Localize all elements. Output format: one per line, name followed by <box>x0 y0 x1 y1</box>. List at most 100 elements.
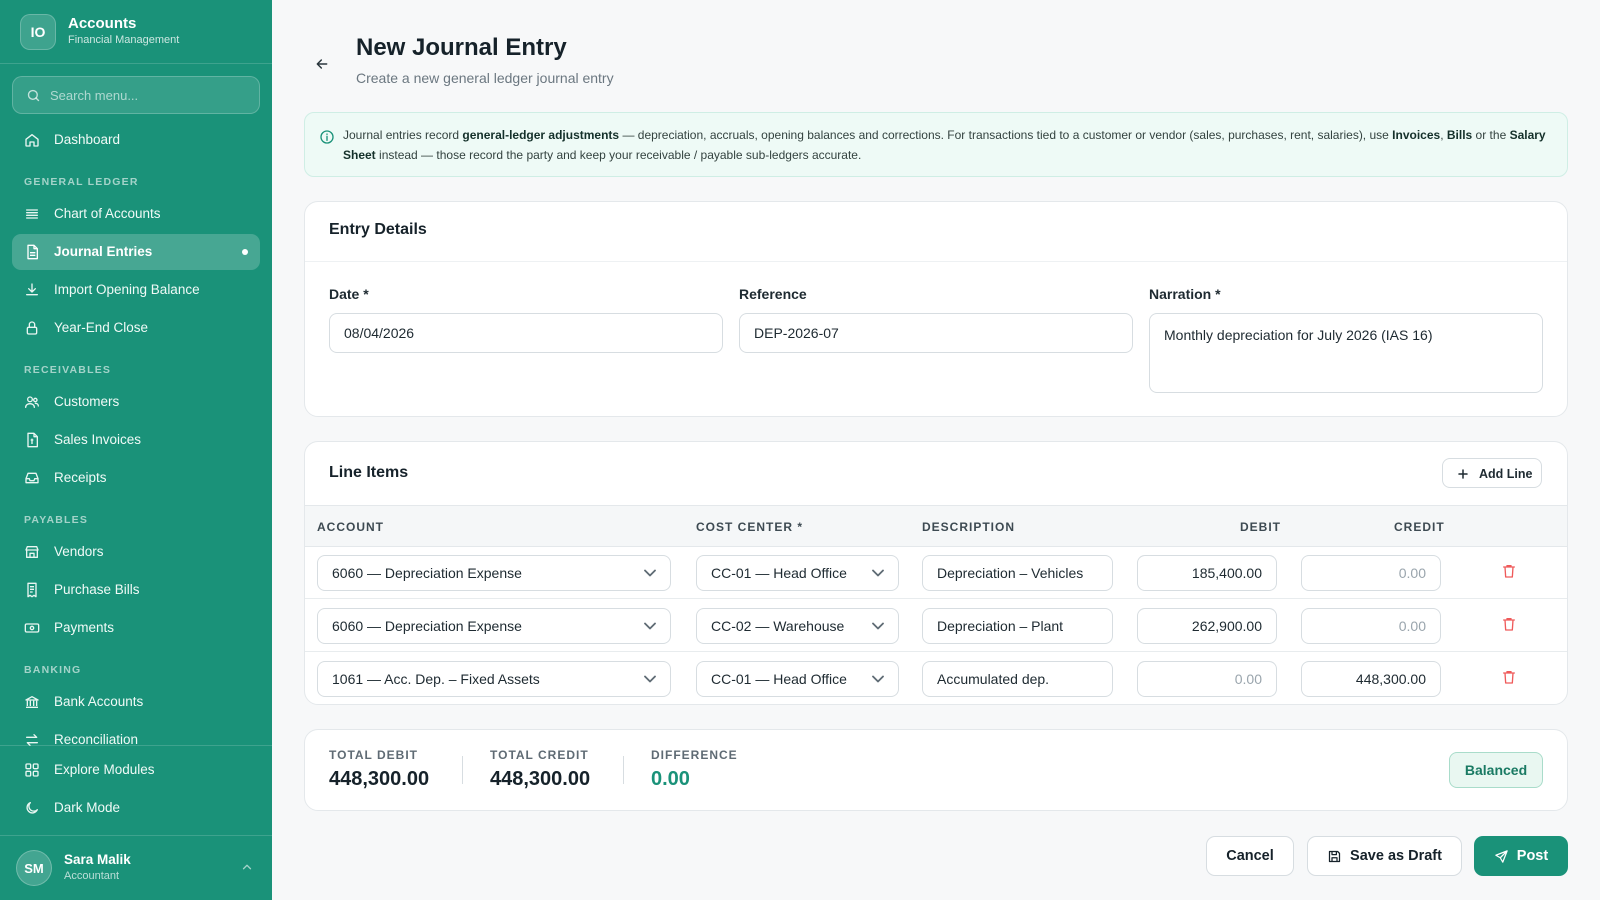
sidebar-item-sales-invoices[interactable]: Sales Invoices <box>12 422 260 458</box>
info-banner: Journal entries record general-ledger ad… <box>304 112 1568 177</box>
chevron-down-icon <box>872 675 884 683</box>
trash-icon[interactable] <box>1501 563 1517 579</box>
row-divider <box>305 651 1567 652</box>
line-items-title: Line Items <box>329 464 409 481</box>
sidebar-item-bank-accounts[interactable]: Bank Accounts <box>12 684 260 720</box>
document-icon <box>27 244 38 260</box>
debit-input[interactable]: 262,900.00 <box>1137 608 1277 644</box>
sidebar-item-vendors[interactable]: Vendors <box>12 534 260 570</box>
search-placeholder: Search menu... <box>50 88 139 103</box>
sidebar-item-purchase-bills[interactable]: Purchase Bills <box>12 572 260 608</box>
cost-center-select[interactable]: CC-01 — Head Office <box>696 555 899 591</box>
add-line-button[interactable]: Add Line <box>1442 458 1542 488</box>
user-menu[interactable]: SM Sara Malik Accountant <box>0 836 272 900</box>
sidebar-search-input[interactable]: Search menu... <box>12 76 260 114</box>
description-input[interactable]: Depreciation – Vehicles <box>922 555 1113 591</box>
info-banner-text: Journal entries record general-ledger ad… <box>343 128 1546 162</box>
difference-label: DIFFERENCE <box>651 748 738 762</box>
plus-icon <box>1458 469 1468 479</box>
sidebar-item-import-opening-balance[interactable]: Import Opening Balance <box>12 272 260 308</box>
cancel-button[interactable]: Cancel <box>1206 836 1294 876</box>
cost-center-select[interactable]: CC-01 — Head Office <box>696 661 899 697</box>
list-icon <box>26 209 38 219</box>
avatar: SM <box>16 850 52 886</box>
bill-icon <box>27 582 37 598</box>
active-indicator-dot <box>242 249 248 255</box>
sidebar-item-label: Purchase Bills <box>54 582 140 597</box>
user-role: Accountant <box>64 870 120 882</box>
totals-divider <box>462 756 463 784</box>
sidebar-item-label: Customers <box>54 394 120 409</box>
sidebar-item-explore-modules[interactable]: Explore Modules <box>12 752 260 788</box>
invoice-icon <box>27 432 38 448</box>
sidebar-item-label: Vendors <box>54 544 104 559</box>
description-input[interactable]: Accumulated dep. <box>922 661 1113 697</box>
sidebar-item-customers[interactable]: Customers <box>12 384 260 420</box>
column-header-credit: CREDIT <box>1394 520 1445 534</box>
app-logo: IO <box>20 14 56 50</box>
sidebar-item-journal-entries[interactable]: Journal Entries <box>12 234 260 270</box>
sidebar-item-payments[interactable]: Payments <box>12 610 260 646</box>
reference-field[interactable]: DEP-2026-07 <box>739 313 1133 353</box>
narration-label: Narration * <box>1149 286 1221 302</box>
sidebar-item-chart-of-accounts[interactable]: Chart of Accounts <box>12 196 260 232</box>
sidebar-item-label: Explore Modules <box>54 762 155 777</box>
account-select[interactable]: 1061 — Acc. Dep. – Fixed Assets <box>317 661 671 697</box>
column-header-description: DESCRIPTION <box>922 520 1016 534</box>
sidebar-item-receipts[interactable]: Receipts <box>12 460 260 496</box>
inbox-icon <box>25 472 39 484</box>
send-icon <box>1495 849 1508 863</box>
total-credit-label: TOTAL CREDIT <box>490 748 589 762</box>
total-credit-value: 448,300.00 <box>490 768 591 790</box>
description-input[interactable]: Depreciation – Plant <box>922 608 1113 644</box>
sidebar-item-year-end-close[interactable]: Year-End Close <box>12 310 260 346</box>
store-icon <box>25 546 39 558</box>
page-subtitle: Create a new general ledger journal entr… <box>356 70 614 86</box>
account-select[interactable]: 6060 — Depreciation Expense <box>317 555 671 591</box>
info-icon <box>320 130 334 144</box>
chevron-down-icon <box>644 569 656 577</box>
sidebar-item-label: Year-End Close <box>54 320 149 335</box>
date-field[interactable]: 08/04/2026 <box>329 313 723 353</box>
sidebar-item-label: Dark Mode <box>54 800 121 815</box>
post-button[interactable]: Post <box>1474 836 1568 876</box>
sidebar-item-label: Dashboard <box>54 132 121 147</box>
lock-icon <box>26 321 38 335</box>
grid-icon <box>25 763 39 777</box>
sidebar-item-dashboard[interactable]: Dashboard <box>12 122 260 158</box>
chevron-up-icon <box>242 864 252 870</box>
trash-icon[interactable] <box>1501 616 1517 632</box>
credit-input[interactable]: 0.00 <box>1301 608 1441 644</box>
sidebar: IO Accounts Financial Management Search … <box>0 0 272 900</box>
cost-center-select[interactable]: CC-02 — Warehouse <box>696 608 899 644</box>
column-header-debit: DEBIT <box>1240 520 1281 534</box>
sidebar-item-label: Sales Invoices <box>54 432 142 447</box>
account-select[interactable]: 6060 — Depreciation Expense <box>317 608 671 644</box>
credit-input[interactable]: 0.00 <box>1301 555 1441 591</box>
chevron-down-icon <box>644 675 656 683</box>
page-title: New Journal Entry <box>356 34 567 61</box>
reference-label: Reference <box>739 286 807 302</box>
card-divider <box>305 261 1567 262</box>
sidebar-item-label: Receipts <box>54 470 107 485</box>
search-icon <box>27 89 40 102</box>
bank-icon <box>25 696 39 708</box>
sidebar-item-label: Journal Entries <box>54 244 153 259</box>
save-draft-button[interactable]: Save as Draft <box>1307 836 1462 876</box>
chevron-down-icon <box>644 622 656 630</box>
dark-mode-toggle[interactable]: Dark Mode <box>12 790 260 826</box>
credit-input[interactable]: 448,300.00 <box>1301 661 1441 697</box>
user-name: Sara Malik <box>64 852 131 867</box>
download-icon <box>26 283 38 296</box>
trash-icon[interactable] <box>1501 669 1517 685</box>
section-receivables: RECEIVABLES <box>24 364 112 376</box>
users-icon <box>25 396 39 408</box>
save-icon <box>1328 850 1341 862</box>
home-icon <box>25 134 39 147</box>
debit-input[interactable]: 185,400.00 <box>1137 555 1277 591</box>
narration-textarea[interactable]: Monthly depreciation for July 2026 (IAS … <box>1149 313 1543 393</box>
back-button[interactable] <box>308 50 336 78</box>
debit-input[interactable]: 0.00 <box>1137 661 1277 697</box>
sidebar-item-label: Payments <box>54 620 115 635</box>
column-header-cost-center: COST CENTER * <box>696 520 804 534</box>
